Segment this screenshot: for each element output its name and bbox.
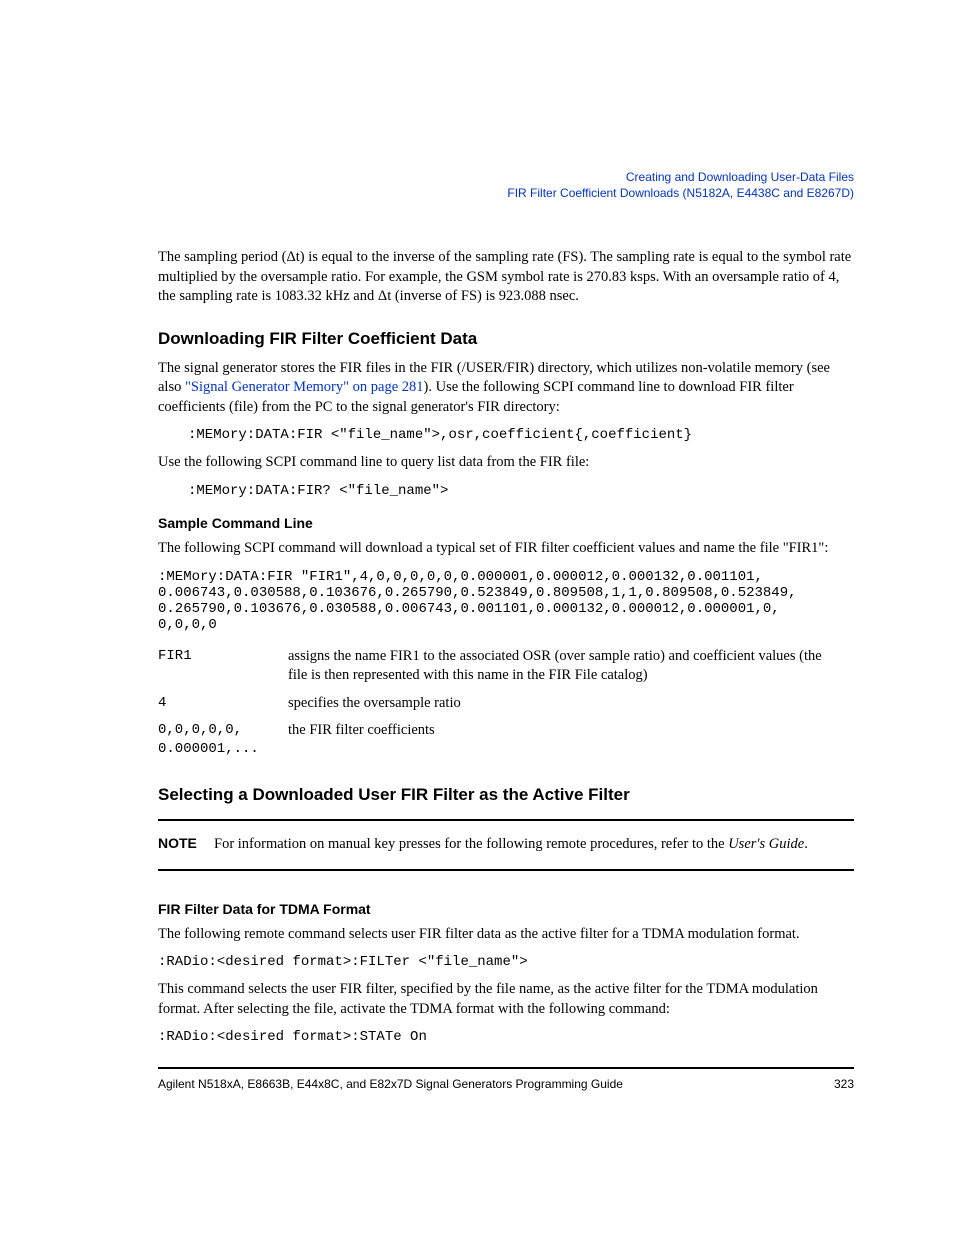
download-paragraph-1: The signal generator stores the FIR file… bbox=[158, 359, 854, 418]
sample-paragraph: The following SCPI command will download… bbox=[158, 539, 854, 559]
note-body: For information on manual key presses fo… bbox=[214, 835, 850, 855]
table-row: 4 specifies the oversample ratio bbox=[158, 690, 854, 718]
def-term: FIR1 bbox=[158, 643, 288, 690]
def-desc: the FIR filter coefficients bbox=[288, 717, 854, 763]
scpi-command-tdma-filter: :RADio:<desired format>:FILTer <"file_na… bbox=[158, 954, 854, 970]
scpi-command-query: :MEMory:DATA:FIR? <"file_name"> bbox=[188, 483, 854, 499]
tdma-paragraph-2: This command selects the user FIR filter… bbox=[158, 980, 854, 1019]
tdma-paragraph-1: The following remote command selects use… bbox=[158, 925, 854, 945]
header-chapter: Creating and Downloading User-Data Files bbox=[507, 170, 854, 186]
def-desc: specifies the oversample ratio bbox=[288, 690, 854, 718]
emphasis: User's Guide bbox=[728, 836, 804, 852]
scpi-command-tdma-state: :RADio:<desired format>:STATe On bbox=[158, 1029, 854, 1045]
page-header: Creating and Downloading User-Data Files… bbox=[507, 170, 854, 201]
document-page: Creating and Downloading User-Data Files… bbox=[0, 0, 954, 1235]
text-run: . bbox=[804, 836, 808, 852]
download-paragraph-2: Use the following SCPI command line to q… bbox=[158, 453, 854, 473]
page-footer: Agilent N518xA, E8663B, E44x8C, and E82x… bbox=[158, 1067, 854, 1091]
scpi-command-sample: :MEMory:DATA:FIR "FIR1",4,0,0,0,0,0,0.00… bbox=[158, 569, 854, 633]
note-label: NOTE bbox=[158, 835, 210, 851]
subheading-sample: Sample Command Line bbox=[158, 515, 854, 531]
def-desc: assigns the name FIR1 to the associated … bbox=[288, 643, 854, 690]
note-box: NOTE For information on manual key press… bbox=[158, 819, 854, 871]
section-heading-selecting: Selecting a Downloaded User FIR Filter a… bbox=[158, 785, 854, 805]
scpi-command-download: :MEMory:DATA:FIR <"file_name">,osr,coeff… bbox=[188, 427, 854, 443]
cross-reference-link[interactable]: "Signal Generator Memory" on page 281 bbox=[185, 379, 424, 395]
subheading-tdma: FIR Filter Data for TDMA Format bbox=[158, 901, 854, 917]
text-run: For information on manual key presses fo… bbox=[214, 836, 728, 852]
section-heading-download: Downloading FIR Filter Coefficient Data bbox=[158, 329, 854, 349]
page-number: 323 bbox=[834, 1077, 854, 1091]
footer-title: Agilent N518xA, E8663B, E44x8C, and E82x… bbox=[158, 1077, 623, 1091]
definition-table: FIR1 assigns the name FIR1 to the associ… bbox=[158, 643, 854, 763]
def-term: 0,0,0,0,0, 0.000001,... bbox=[158, 717, 288, 763]
intro-paragraph: The sampling period (Δt) is equal to the… bbox=[158, 248, 854, 307]
def-term: 4 bbox=[158, 690, 288, 718]
header-section: FIR Filter Coefficient Downloads (N5182A… bbox=[507, 186, 854, 202]
table-row: 0,0,0,0,0, 0.000001,... the FIR filter c… bbox=[158, 717, 854, 763]
table-row: FIR1 assigns the name FIR1 to the associ… bbox=[158, 643, 854, 690]
